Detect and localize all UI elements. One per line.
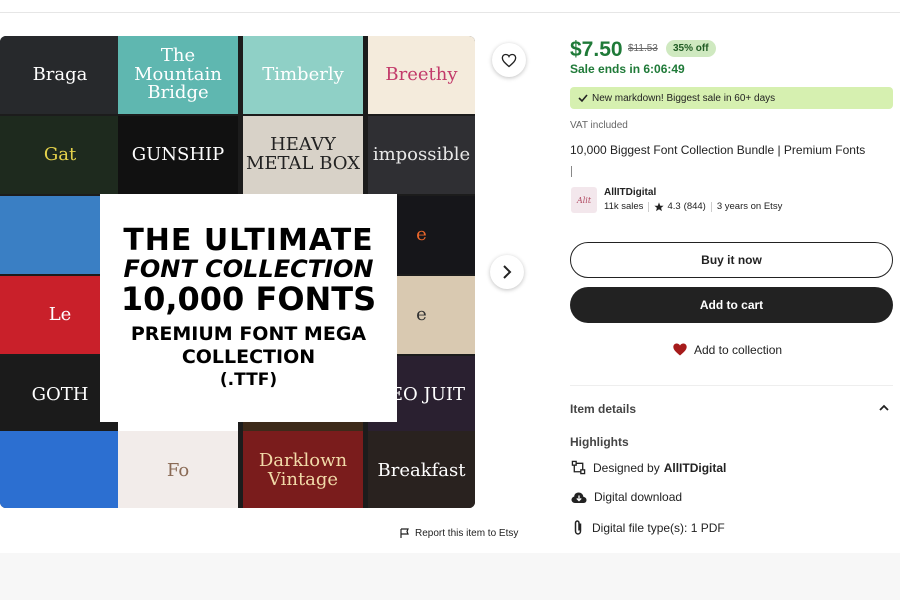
image-tile: Timberly (243, 36, 363, 114)
image-tile-label: Breakfast (377, 459, 466, 481)
image-subline-1: PREMIUM FONT MEGA (130, 323, 367, 346)
shop-rating: 4.3 (667, 201, 681, 212)
markdown-banner: New markdown! Biggest sale in 60+ days (570, 87, 893, 109)
image-tile: HEAVY METAL BOX (243, 116, 363, 194)
cloud-download-icon (571, 492, 587, 503)
meta-separator (710, 201, 712, 212)
meta-separator (648, 201, 650, 212)
shop-sales: 11k sales (604, 201, 644, 212)
image-tile: The Mountain Bridge (118, 36, 238, 114)
heart-outline-icon (501, 53, 517, 67)
paperclip-icon (574, 520, 582, 535)
checkmark-icon (578, 94, 588, 103)
image-tile: Gat (0, 116, 120, 194)
chevron-up-icon[interactable] (878, 403, 890, 413)
image-tile: Breethy (368, 36, 475, 114)
original-price: $11.53 (628, 43, 658, 54)
shop-meta: 11k sales 4.3 (844) 3 years on Etsy (604, 201, 782, 212)
image-tile-label: HEAVY METAL BOX (245, 134, 361, 174)
highlights-heading: Highlights (570, 435, 629, 449)
file-types-label: Digital file type(s): 1 PDF (592, 520, 725, 535)
digital-download-label: Digital download (594, 490, 683, 504)
image-tile: impossible (368, 116, 475, 194)
markdown-text: New markdown! Biggest sale in 60+ days (592, 92, 776, 104)
image-tile-label: Gat (43, 143, 77, 165)
favorite-button[interactable] (492, 43, 526, 77)
image-tile-label: e (416, 303, 427, 325)
report-link[interactable]: Report this item to Etsy (400, 528, 518, 539)
add-to-cart-button[interactable]: Add to cart (570, 287, 893, 323)
image-tile-label: Braga (32, 63, 88, 85)
image-subline-3: (.TTF) (219, 369, 278, 390)
shop-tenure: 3 years on Etsy (716, 201, 783, 212)
footer-band (0, 553, 900, 600)
image-headline-1: THE ULTIMATE (123, 223, 374, 259)
image-headline-3: 10,000 FONTS (120, 279, 377, 318)
image-tile-label: Le (48, 303, 72, 325)
design-tool-icon (571, 460, 586, 475)
image-tile-label: GUNSHIP (131, 143, 225, 165)
image-tile: Breakfast (368, 431, 475, 508)
shop-avatar[interactable]: Alit (571, 187, 597, 213)
image-tile-label: Timberly (262, 63, 344, 85)
image-subline-2: COLLECTION (181, 345, 316, 368)
star-icon (654, 201, 665, 211)
image-tile-label: Breethy (385, 63, 458, 85)
image-tile-label: GOTH (31, 383, 89, 405)
designed-by-label: Designed by (593, 460, 660, 475)
text-cursor (571, 166, 572, 177)
section-divider (570, 385, 893, 386)
designer-link[interactable]: AllITDigital (664, 461, 727, 475)
image-headline-2: FONT COLLECTION (123, 254, 374, 283)
item-details-toggle[interactable]: Item details (570, 402, 636, 416)
shop-name-link[interactable]: AllITDigital (604, 187, 656, 198)
add-to-collection-label: Add to collection (694, 342, 783, 357)
next-image-button[interactable] (490, 255, 524, 289)
image-tile: GUNSHIP (118, 116, 238, 194)
heart-filled-icon (673, 343, 687, 356)
image-tile-label: The Mountain Bridge (134, 44, 222, 104)
image-tile-label: Darklown Vintage (258, 450, 348, 490)
image-tile-label: impossible (372, 143, 471, 165)
buy-now-button[interactable]: Buy it now (570, 242, 893, 278)
product-title: 10,000 Biggest Font Collection Bundle | … (570, 143, 866, 157)
product-image[interactable]: Braga The Mountain Bridge Timberly Breethy G… (0, 36, 475, 508)
image-tile-label: e (416, 223, 427, 245)
chevron-right-icon (503, 265, 512, 279)
product-image-title-card: THE ULTIMATE FONT COLLECTION 10,000 FONT… (100, 194, 397, 422)
image-tile: Fo (118, 431, 238, 508)
highlight-designed-by: Designed by AllITDigital (571, 460, 726, 475)
sale-countdown: Sale ends in 6:06:49 (570, 62, 685, 76)
report-link-label: Report this item to Etsy (415, 528, 519, 539)
image-tile-label: Fo (166, 459, 190, 481)
image-tile (0, 431, 120, 508)
highlight-digital-download: Digital download (571, 490, 682, 504)
add-to-collection-button[interactable]: Add to collection (672, 342, 782, 357)
current-price: $7.50 (570, 38, 623, 61)
image-tile: Darklown Vintage (243, 431, 363, 508)
highlight-file-types: Digital file type(s): 1 PDF (571, 520, 725, 535)
top-divider (0, 12, 900, 13)
image-tile: Braga (0, 36, 120, 114)
vat-note: VAT included (570, 120, 628, 131)
flag-icon (400, 528, 409, 538)
shop-review-count[interactable]: (844) (684, 201, 706, 212)
discount-badge: 35% off (666, 40, 716, 57)
